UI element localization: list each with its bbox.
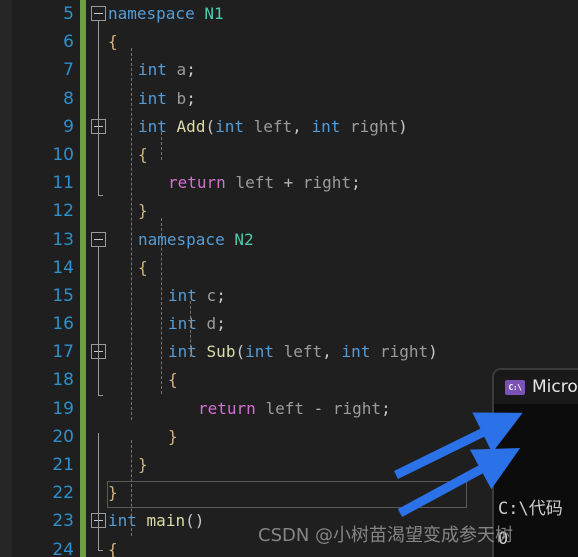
code-text: int Sub(int left, int right): [168, 342, 438, 362]
change-indicator-bar: [80, 28, 86, 57]
code-text: {: [138, 144, 148, 164]
line-number: 12: [52, 201, 74, 222]
change-indicator-bar: [80, 56, 86, 85]
line-number: 14: [52, 257, 74, 278]
line-number: 10: [52, 144, 74, 165]
code-line[interactable]: 6{: [0, 28, 578, 57]
code-text: {: [168, 370, 178, 390]
line-number: 17: [52, 342, 74, 363]
collapse-region-icon[interactable]: [91, 6, 106, 21]
code-line[interactable]: 12}: [0, 197, 578, 226]
line-number: 19: [52, 398, 74, 419]
line-number: 7: [63, 60, 74, 81]
change-indicator-bar: [80, 169, 86, 198]
change-indicator-bar: [80, 225, 86, 254]
console-output-line: 1: [498, 447, 509, 467]
line-number: 21: [52, 455, 74, 475]
console-output-line: 5: [498, 417, 509, 437]
change-indicator-bar: [80, 310, 86, 339]
code-text: int Add(int left, int right): [138, 116, 408, 136]
line-number: 6: [63, 32, 74, 53]
code-line[interactable]: 7 int a;: [0, 56, 578, 85]
code-text: }: [138, 455, 148, 474]
code-text: int b;: [138, 88, 196, 108]
vs-code-editor-screenshot: 5 namespace N1 6{7 int a; 8 int b; 9 int Add(in…: [0, 0, 578, 557]
console-title-text: Micro: [532, 377, 578, 397]
code-line[interactable]: 8 int b;: [0, 84, 578, 113]
line-number: 13: [52, 229, 74, 250]
code-line[interactable]: 15 int c;: [0, 281, 578, 311]
indent-guide-level-1: [131, 48, 132, 420]
fold-connector-namespace-n2: [98, 246, 103, 396]
code-text: }: [138, 201, 148, 221]
code-text: }: [108, 483, 118, 503]
code-line[interactable]: 17 int Sub(int left, int right): [0, 338, 578, 367]
line-number: 11: [52, 173, 74, 194]
indent-guide-level-1b: [131, 440, 132, 536]
change-indicator-bar: [80, 366, 86, 395]
line-number: 18: [52, 370, 74, 391]
change-indicator-bar: [80, 422, 86, 451]
fold-connector-add: [98, 134, 103, 196]
change-indicator-bar: [80, 84, 86, 113]
code-text: namespace N1: [108, 4, 224, 23]
code-text: int main(): [108, 511, 205, 531]
line-number: 15: [52, 285, 74, 306]
csdn-watermark: CSDN @小树苗渴望变成参天树: [258, 525, 514, 546]
code-text: int c;: [168, 285, 226, 305]
collapse-region-icon[interactable]: [91, 231, 106, 247]
console-path-line: C:\代码: [498, 499, 563, 519]
line-number: 5: [63, 4, 74, 24]
change-indicator-bar: [80, 112, 86, 141]
code-text: int d;: [168, 314, 226, 334]
code-line[interactable]: 5 namespace N1: [0, 0, 578, 29]
code-text: {: [108, 32, 118, 52]
cmd-icon-label: C:\: [508, 382, 522, 392]
change-indicator-bar: [80, 281, 86, 311]
change-indicator-bar: [80, 535, 86, 557]
change-indicator-bar: [80, 451, 86, 480]
change-indicator-bar: [80, 507, 86, 536]
code-text: return left - right;: [198, 398, 391, 418]
line-number: 9: [63, 116, 74, 137]
line-number: 20: [52, 426, 74, 447]
code-line[interactable]: 11 return left + right;: [0, 169, 578, 198]
console-title-bar[interactable]: C:\ Micro: [494, 370, 578, 404]
indent-guide-level-3: [190, 301, 191, 357]
code-text: return left + right;: [168, 173, 361, 193]
code-line[interactable]: 13 namespace N2: [0, 225, 578, 254]
change-indicator-bar: [80, 0, 86, 29]
code-text: {: [108, 539, 118, 557]
change-indicator-bar: [80, 197, 86, 226]
change-indicator-bar: [80, 140, 86, 170]
code-line[interactable]: 16 int d;: [0, 310, 578, 339]
line-number: 24: [52, 539, 74, 557]
fold-connector-main: [98, 433, 103, 551]
line-number: 23: [52, 511, 74, 532]
line-number: 8: [63, 88, 74, 109]
indent-guide-level-2a: [161, 132, 162, 160]
change-indicator-bar: [80, 338, 86, 367]
code-line[interactable]: 10 {: [0, 140, 578, 170]
code-text: {: [138, 257, 148, 277]
indent-guide-level-2b: [161, 218, 162, 394]
change-indicator-bar: [80, 253, 86, 282]
code-line[interactable]: 14 {: [0, 253, 578, 282]
change-indicator-bar: [80, 479, 86, 508]
line-number: 22: [52, 483, 74, 504]
code-line[interactable]: 9 int Add(int left, int right): [0, 112, 578, 141]
code-text: namespace N2: [138, 229, 254, 249]
code-text: int a;: [138, 60, 196, 80]
change-indicator-bar: [80, 394, 86, 423]
code-text: }: [168, 426, 178, 446]
line-number: 16: [52, 314, 74, 335]
cmd-prompt-icon: C:\: [505, 379, 525, 395]
